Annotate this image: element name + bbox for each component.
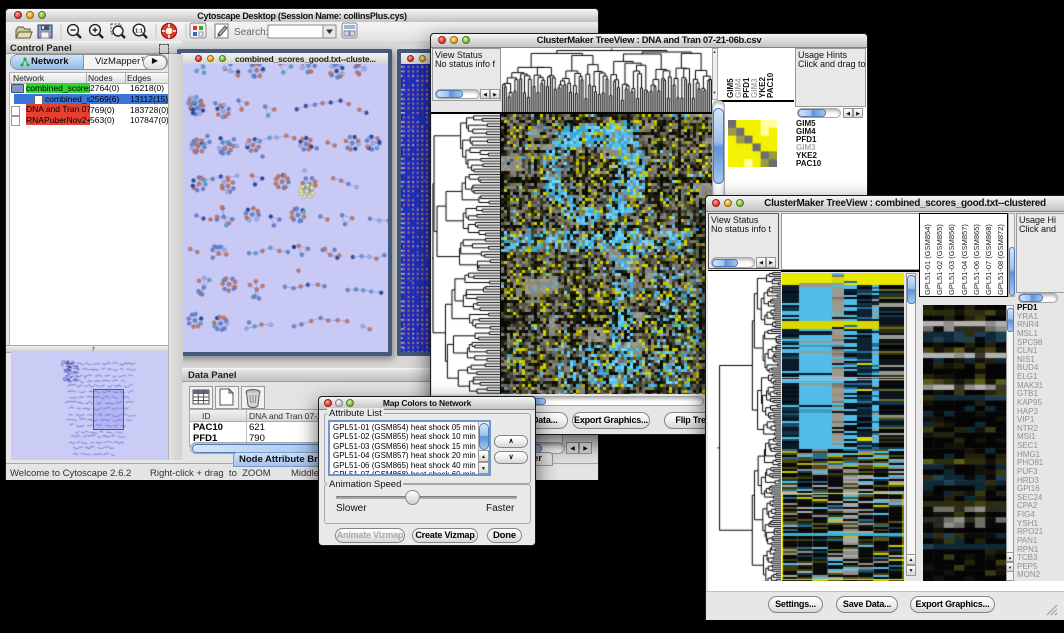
svg-text:1:1: 1:1: [135, 28, 143, 34]
svg-text:Search:: Search:: [234, 27, 268, 38]
